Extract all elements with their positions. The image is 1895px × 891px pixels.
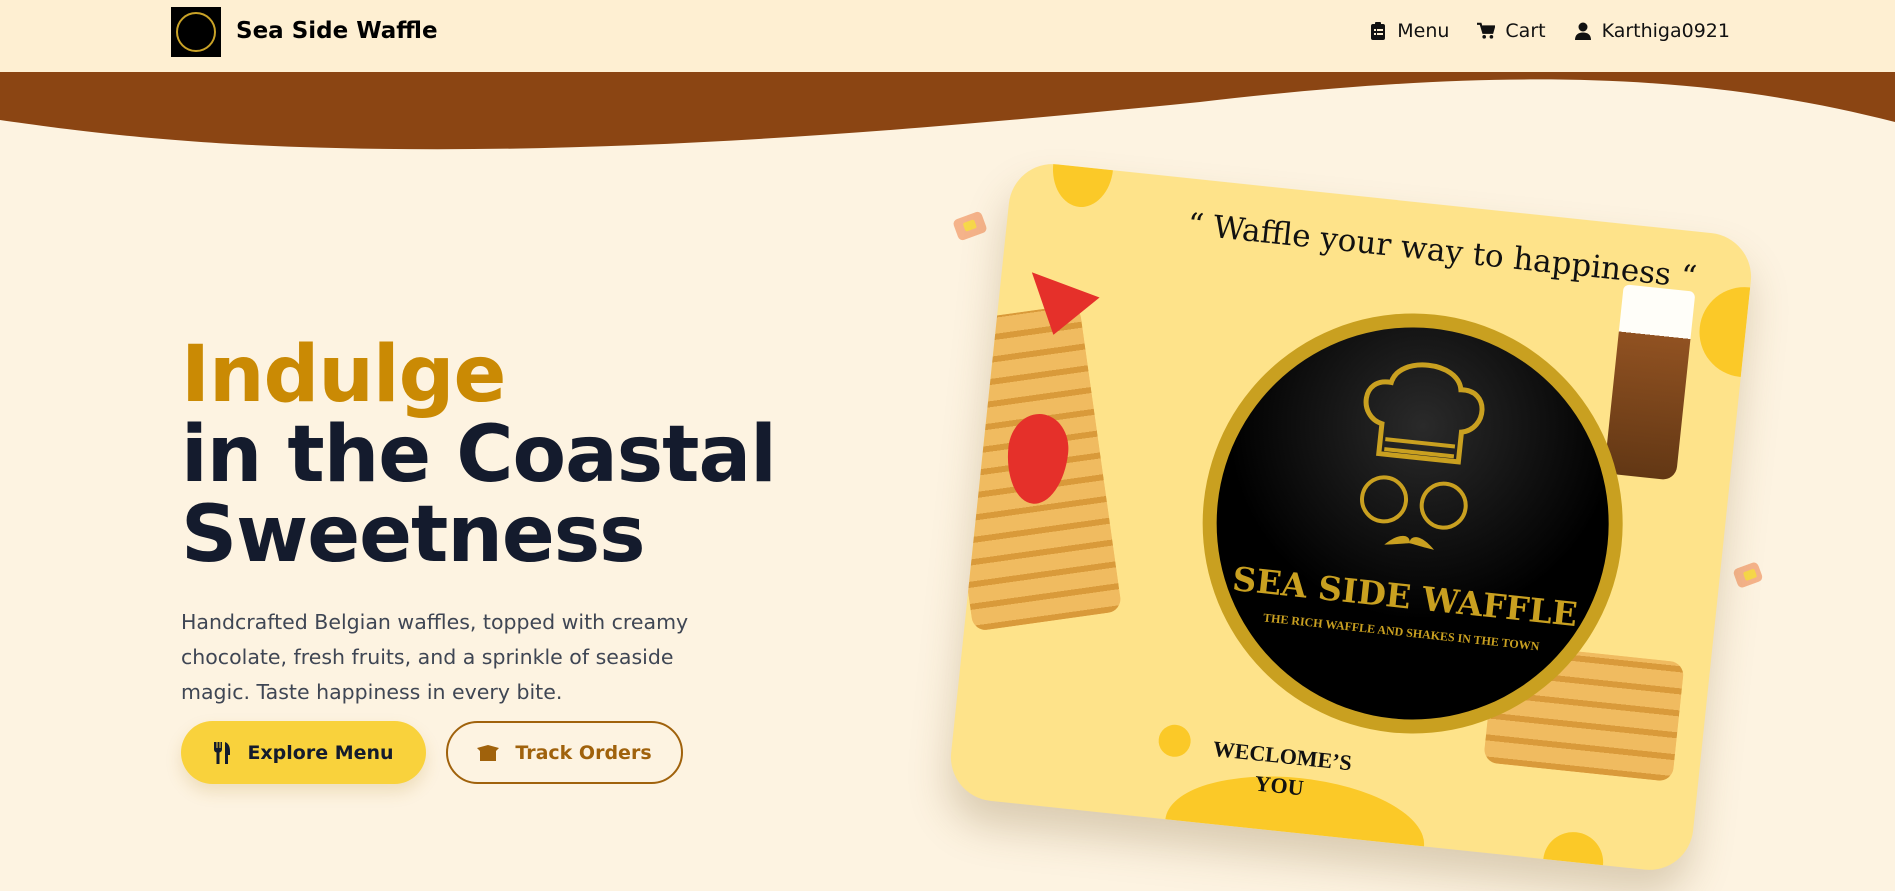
track-orders-label: Track Orders <box>515 741 652 764</box>
box-open-icon <box>477 744 500 761</box>
hero-description: Handcrafted Belgian waffles, topped with… <box>181 610 689 704</box>
cart-icon <box>1477 22 1496 39</box>
track-orders-button[interactable]: Track Orders <box>446 721 683 784</box>
nav-cart-label: Cart <box>1505 20 1546 42</box>
clipboard-list-icon <box>1371 22 1386 40</box>
hero-title-accent: Indulge <box>181 330 506 420</box>
utensils-icon <box>214 741 231 764</box>
nav: Menu Cart Karthiga0921 <box>1369 20 1730 42</box>
hero-actions: Explore Menu Track Orders <box>181 721 683 784</box>
user-icon <box>1574 22 1591 40</box>
iced-coffee-image <box>1603 284 1696 481</box>
hero-banner-image: “ Waffle your way to happiness “ SEA SID… <box>946 159 1756 875</box>
explore-menu-label: Explore Menu <box>247 741 394 764</box>
nav-menu[interactable]: Menu <box>1369 20 1449 42</box>
decor-dot <box>1049 163 1113 210</box>
decor-dot <box>1157 723 1193 759</box>
chef-hat-icon <box>1360 362 1485 550</box>
hero-text: Indulge in the Coastal Sweetness Handcra… <box>181 330 777 710</box>
decor-dot <box>1695 282 1751 377</box>
brand-name[interactable]: Sea Side Waffle <box>236 18 438 44</box>
brand-logo[interactable] <box>171 7 221 57</box>
header: Sea Side Waffle Menu Cart Karthiga0921 <box>0 0 1895 72</box>
explore-menu-button[interactable]: Explore Menu <box>181 721 426 784</box>
hero-title-line3: Sweetness <box>181 490 646 580</box>
header-wave <box>0 72 1895 150</box>
waffle-decoration-icon <box>1732 561 1764 589</box>
waffle-decoration-icon <box>952 210 988 242</box>
logo-emblem <box>176 12 216 52</box>
nav-user[interactable]: Karthiga0921 <box>1574 20 1730 42</box>
nav-menu-label: Menu <box>1397 20 1450 42</box>
hero-title-line2: in the Coastal <box>181 410 777 500</box>
nav-user-label: Karthiga0921 <box>1601 20 1730 42</box>
decor-dot <box>1543 829 1607 866</box>
banner-quote: “ Waffle your way to happiness “ <box>1185 206 1699 296</box>
hero-title: Indulge in the Coastal Sweetness <box>181 330 777 580</box>
nav-cart[interactable]: Cart <box>1477 20 1546 42</box>
